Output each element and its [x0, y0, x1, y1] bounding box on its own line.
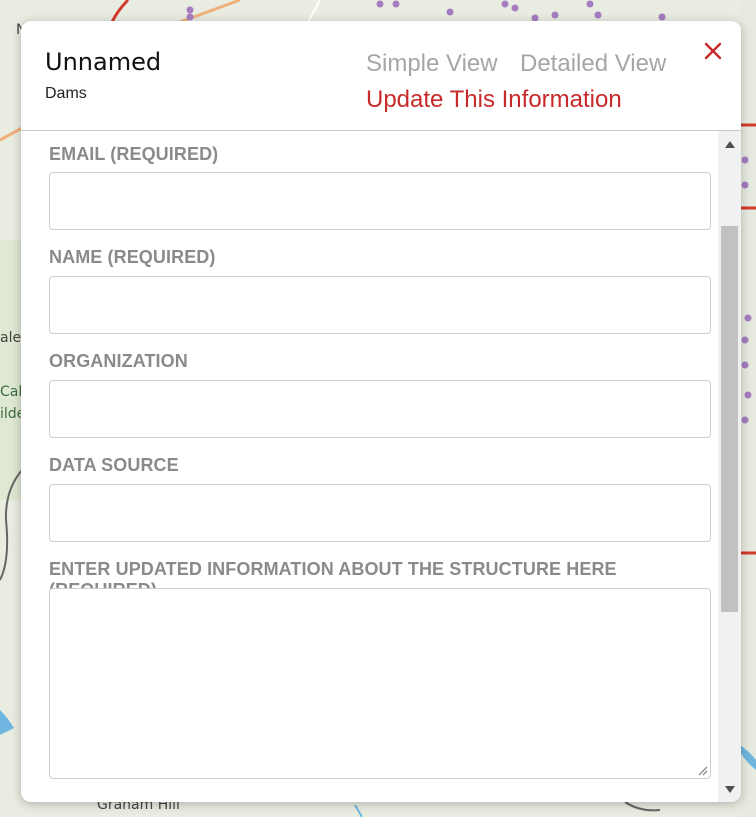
map-place-label: ale: [0, 330, 22, 346]
resize-handle-icon[interactable]: [696, 764, 708, 776]
organization-label: ORGANIZATION: [49, 351, 188, 371]
modal-header: Unnamed Dams Simple View Detailed View U…: [21, 21, 741, 131]
map-park-label: Cal: [0, 384, 23, 400]
update-information-link[interactable]: Update This Information: [366, 86, 622, 114]
update-information-modal: Unnamed Dams Simple View Detailed View U…: [21, 21, 741, 802]
arrow-up-icon: [724, 140, 735, 148]
scroll-up-button[interactable]: [718, 135, 741, 153]
tab-simple-view[interactable]: Simple View: [366, 50, 498, 78]
email-label: EMAIL (REQUIRED): [49, 144, 219, 164]
close-icon: [704, 42, 722, 60]
data-source-field[interactable]: [49, 484, 711, 542]
name-field[interactable]: [49, 276, 711, 334]
structure-type: Dams: [45, 85, 87, 102]
close-button[interactable]: [701, 39, 725, 63]
scroll-thumb[interactable]: [721, 226, 738, 612]
details-textarea[interactable]: [49, 588, 711, 779]
form-scrollbar[interactable]: [718, 131, 741, 802]
arrow-down-icon: [724, 785, 735, 793]
email-field[interactable]: [49, 172, 711, 230]
organization-field[interactable]: [49, 380, 711, 438]
scroll-down-button[interactable]: [718, 780, 741, 798]
name-label: NAME (REQUIRED): [49, 247, 216, 267]
tab-detailed-view[interactable]: Detailed View: [520, 50, 666, 78]
structure-title: Unnamed: [45, 48, 162, 76]
data-source-label: DATA SOURCE: [49, 455, 179, 475]
update-form: EMAIL (REQUIRED) NAME (REQUIRED) ORGANIZ…: [21, 131, 718, 802]
